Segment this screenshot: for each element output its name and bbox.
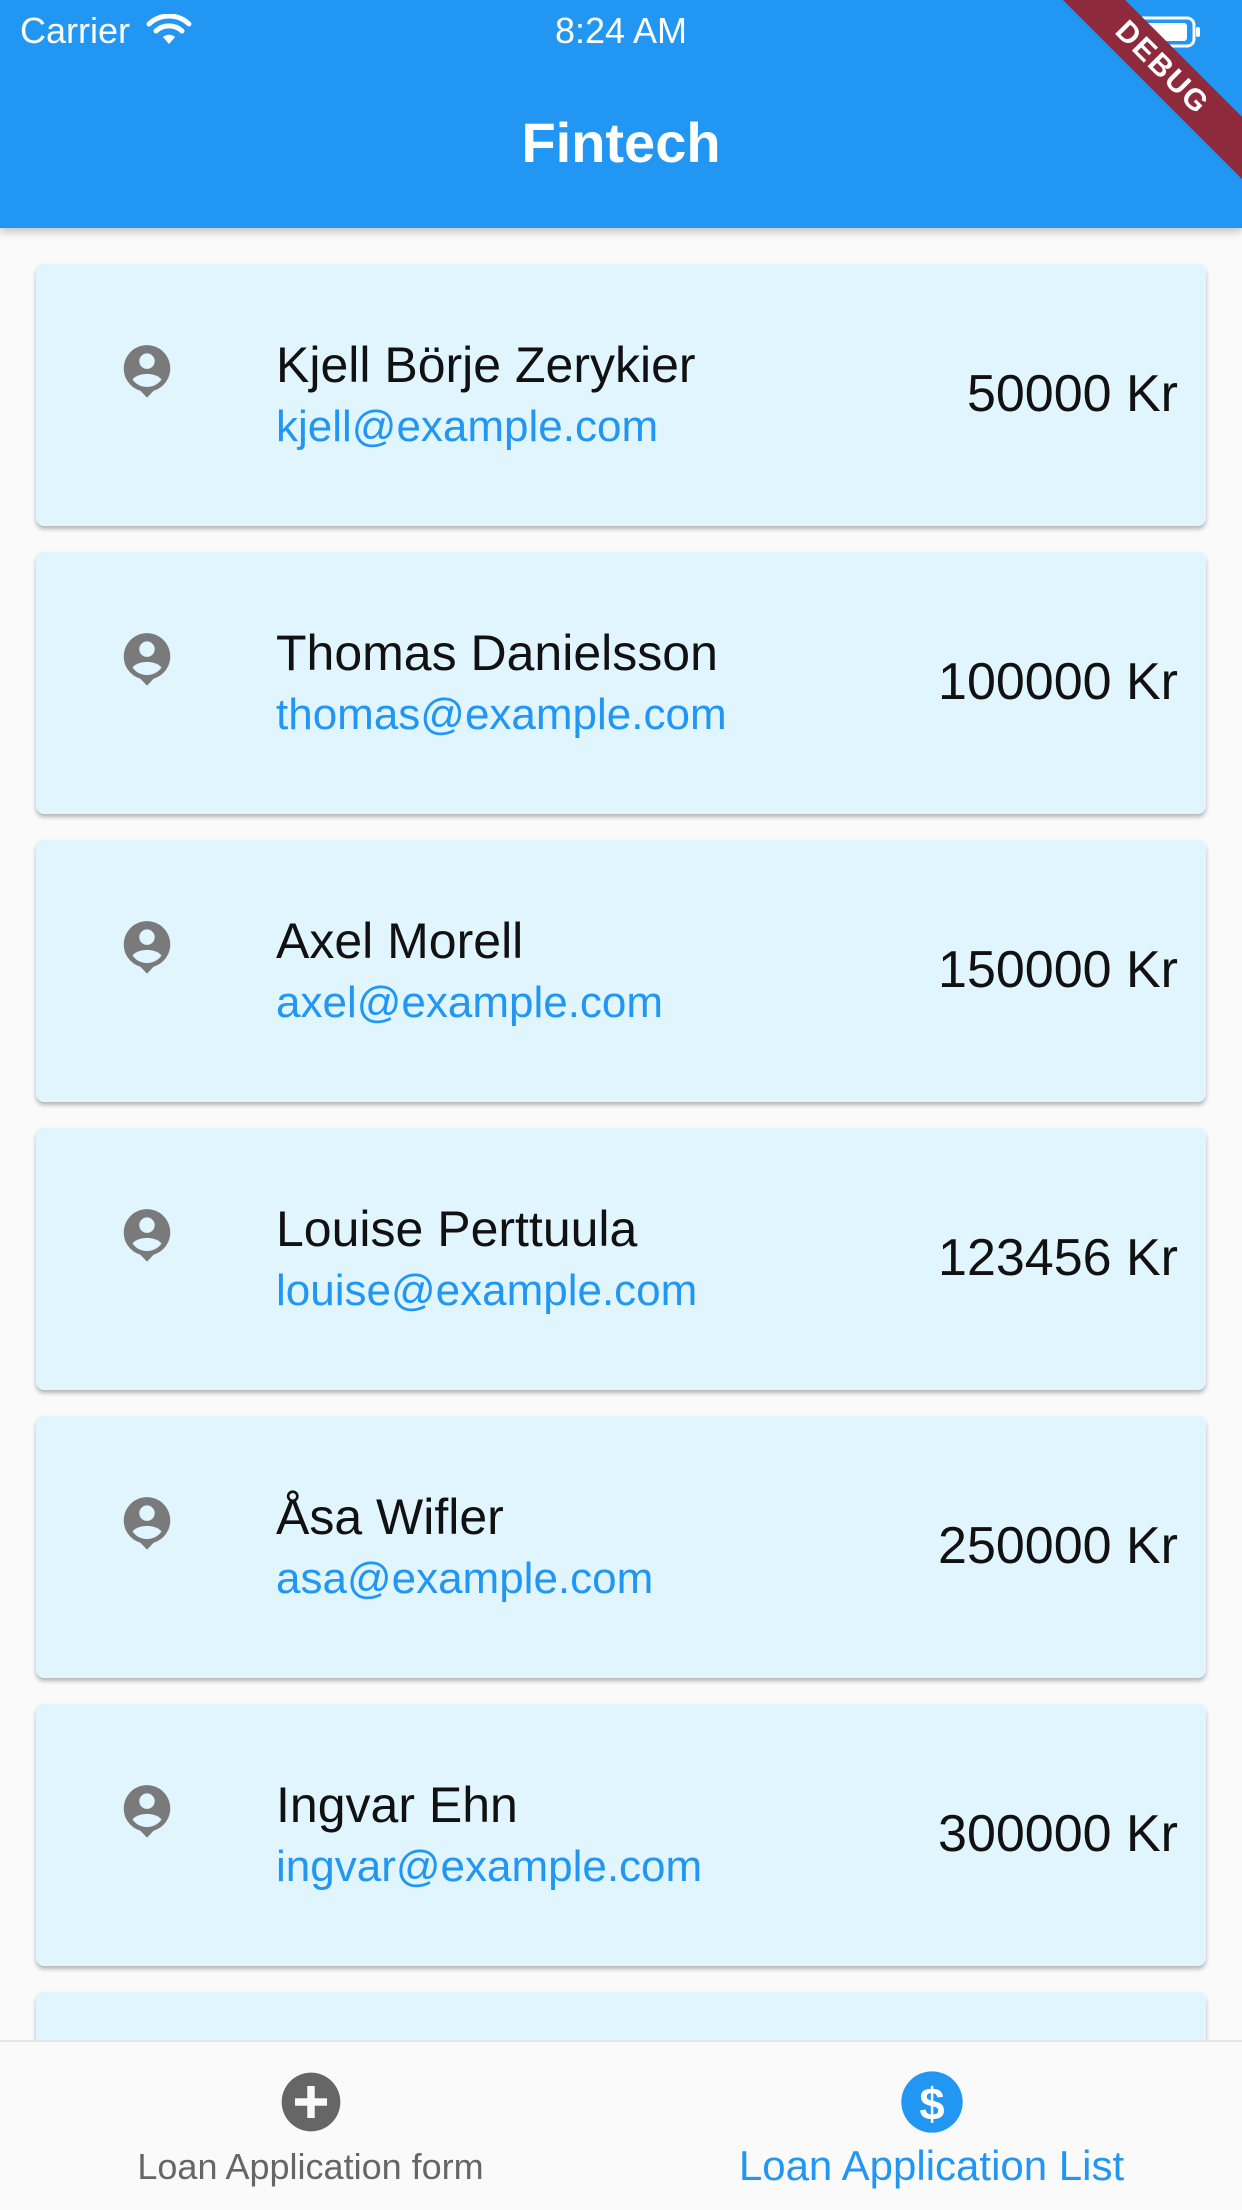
applicant-name: Thomas Danielsson (276, 625, 718, 681)
application-card[interactable]: Åsa Wifler asa@example.com 250000 Kr (36, 1416, 1206, 1678)
applicant-name: Louise Perttuula (276, 1201, 638, 1257)
person-pin-icon (123, 1209, 171, 1262)
applicant-email[interactable]: ingvar@example.com (276, 1842, 702, 1892)
svg-text:$: $ (919, 2078, 944, 2129)
application-card[interactable]: Axel Morell axel@example.com 150000 Kr (36, 840, 1206, 1102)
nav-item-loan-application-list[interactable]: $ Loan Application List (621, 2042, 1242, 2210)
loan-amount: 250000 Kr (938, 1517, 1178, 1575)
person-pin-icon (123, 633, 171, 686)
applicant-name: Axel Morell (276, 913, 524, 969)
loan-amount: 300000 Kr (938, 1805, 1178, 1863)
add-circle-icon (281, 2072, 340, 2132)
applicant-email[interactable]: louise@example.com (276, 1266, 697, 1316)
person-pin-icon (123, 345, 171, 398)
person-pin-icon (123, 1785, 171, 1838)
bottom-navigation-bar: Loan Application form $ Loan Application… (0, 2040, 1242, 2210)
application-card[interactable]: Thomas Danielsson thomas@example.com 100… (36, 552, 1206, 814)
loan-amount: 100000 Kr (938, 653, 1178, 711)
nav-item-loan-application-form[interactable]: Loan Application form (0, 2042, 621, 2210)
status-time: 8:24 AM (554, 10, 688, 51)
applicant-name: Åsa Wifler (276, 1489, 504, 1545)
application-card[interactable]: Kjell Börje Zerykier kjell@example.com 5… (36, 264, 1206, 526)
applicant-name: Kjell Börje Zerykier (276, 337, 696, 393)
loan-amount: 123456 Kr (938, 1229, 1178, 1287)
applicant-email[interactable]: kjell@example.com (276, 402, 658, 452)
app-bar: Carrier 8:24 AM Fintech (0, 0, 1242, 228)
loan-amount: 150000 Kr (938, 941, 1178, 999)
application-card[interactable]: Louise Perttuula louise@example.com 1234… (36, 1128, 1206, 1390)
person-pin-icon (123, 1497, 171, 1550)
dollar-circle-icon: $ (900, 2071, 963, 2133)
application-card[interactable]: Ingvar Ehn ingvar@example.com 300000 Kr (36, 1704, 1206, 1966)
person-pin-icon (123, 921, 171, 974)
application-card[interactable] (36, 1992, 1206, 2040)
applicant-email[interactable]: asa@example.com (276, 1554, 653, 1604)
loan-application-list[interactable]: Kjell Börje Zerykier kjell@example.com 5… (0, 228, 1242, 2040)
applicant-name: Ingvar Ehn (276, 1777, 518, 1833)
loan-amount: 50000 Kr (966, 365, 1178, 423)
page-title: Fintech (521, 111, 721, 174)
applicant-email[interactable]: thomas@example.com (276, 690, 727, 740)
nav-label: Loan Application List (738, 2142, 1125, 2189)
applicant-email[interactable]: axel@example.com (276, 978, 663, 1028)
nav-label: Loan Application form (137, 2146, 484, 2187)
